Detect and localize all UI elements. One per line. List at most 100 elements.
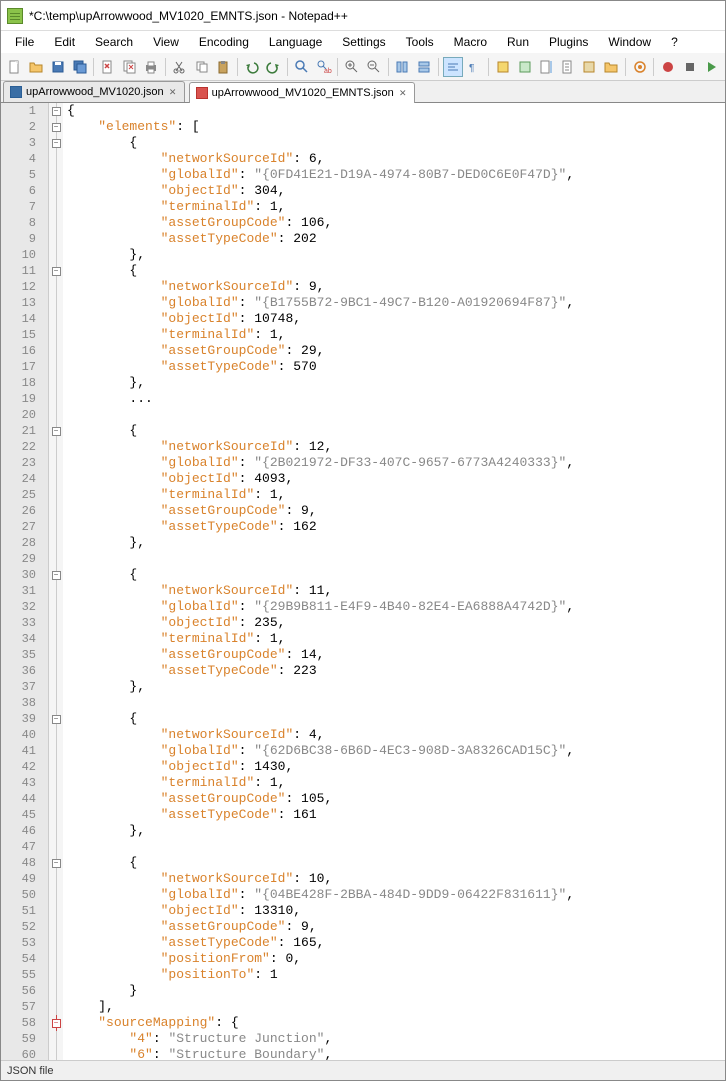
code-line[interactable]: }, [63, 679, 725, 695]
code-line[interactable]: "assetTypeCode": 165, [63, 935, 725, 951]
code-line[interactable]: "terminalId": 1, [63, 631, 725, 647]
code-line[interactable]: "networkSourceId": 12, [63, 439, 725, 455]
sync-v-button[interactable] [393, 57, 413, 77]
doc-list-button[interactable] [558, 57, 578, 77]
code-line[interactable]: "assetGroupCode": 9, [63, 503, 725, 519]
code-line[interactable]: "4": "Structure Junction", [63, 1031, 725, 1047]
code-line[interactable]: "networkSourceId": 10, [63, 871, 725, 887]
copy-button[interactable] [192, 57, 212, 77]
code-line[interactable]: "elements": [ [63, 119, 725, 135]
stop-macro-button[interactable] [680, 57, 700, 77]
code-line[interactable]: "assetTypeCode": 162 [63, 519, 725, 535]
fold-marker[interactable]: − [49, 567, 63, 583]
menu-search[interactable]: Search [85, 33, 143, 51]
record-macro-button[interactable] [658, 57, 678, 77]
code-line[interactable] [63, 839, 725, 855]
code-line[interactable]: "globalId": "{62D6BC38-6B6D-4EC3-908D-3A… [63, 743, 725, 759]
close-button[interactable] [98, 57, 118, 77]
code-line[interactable]: "globalId": "{29B9B811-E4F9-4B40-82E4-EA… [63, 599, 725, 615]
code-line[interactable]: }, [63, 823, 725, 839]
editor[interactable]: 1234567891011121314151617181920212223242… [1, 103, 725, 1060]
code-line[interactable]: "objectId": 10748, [63, 311, 725, 327]
code-area[interactable]: { "elements": [ { "networkSourceId": 6, … [63, 103, 725, 1060]
paste-button[interactable] [213, 57, 233, 77]
menu-window[interactable]: Window [598, 33, 661, 51]
doc-map-button[interactable] [536, 57, 556, 77]
fold-marker[interactable]: − [49, 1015, 63, 1031]
code-line[interactable]: "objectId": 235, [63, 615, 725, 631]
code-line[interactable]: "terminalId": 1, [63, 327, 725, 343]
save-all-button[interactable] [70, 57, 90, 77]
menu-settings[interactable]: Settings [332, 33, 395, 51]
code-line[interactable]: "objectId": 13310, [63, 903, 725, 919]
code-line[interactable]: { [63, 423, 725, 439]
fold-column[interactable]: −−−−−−−−− [49, 103, 63, 1060]
redo-button[interactable] [264, 57, 284, 77]
menu-edit[interactable]: Edit [44, 33, 85, 51]
cut-button[interactable] [170, 57, 190, 77]
replace-button[interactable]: ab [314, 57, 334, 77]
code-line[interactable]: "networkSourceId": 11, [63, 583, 725, 599]
play-macro-button[interactable] [702, 57, 722, 77]
save-button[interactable] [48, 57, 68, 77]
user-lang-button[interactable] [515, 57, 535, 77]
menu-run[interactable]: Run [497, 33, 539, 51]
code-line[interactable]: "terminalId": 1, [63, 487, 725, 503]
code-line[interactable]: }, [63, 375, 725, 391]
indent-guide-button[interactable] [493, 57, 513, 77]
code-line[interactable]: "globalId": "{0FD41E21-D19A-4974-80B7-DE… [63, 167, 725, 183]
code-line[interactable]: "terminalId": 1, [63, 199, 725, 215]
menu-plugins[interactable]: Plugins [539, 33, 598, 51]
code-line[interactable] [63, 695, 725, 711]
code-line[interactable]: "assetTypeCode": 202 [63, 231, 725, 247]
code-line[interactable]: }, [63, 535, 725, 551]
code-line[interactable]: "globalId": "{B1755B72-9BC1-49C7-B120-A0… [63, 295, 725, 311]
code-line[interactable]: "assetTypeCode": 161 [63, 807, 725, 823]
menu-language[interactable]: Language [259, 33, 332, 51]
code-line[interactable]: "sourceMapping": { [63, 1015, 725, 1031]
zoom-in-button[interactable] [342, 57, 362, 77]
open-file-button[interactable] [27, 57, 47, 77]
code-line[interactable]: "objectId": 4093, [63, 471, 725, 487]
menu-tools[interactable]: Tools [396, 33, 444, 51]
menu-?[interactable]: ? [661, 33, 688, 51]
code-line[interactable]: "assetGroupCode": 106, [63, 215, 725, 231]
code-line[interactable]: "objectId": 1430, [63, 759, 725, 775]
code-line[interactable]: "positionTo": 1 [63, 967, 725, 983]
tab-close-button[interactable]: ✕ [398, 88, 408, 98]
menu-encoding[interactable]: Encoding [189, 33, 259, 51]
code-line[interactable]: { [63, 135, 725, 151]
code-line[interactable]: "globalId": "{2B021972-DF33-407C-9657-67… [63, 455, 725, 471]
tab-close-button[interactable]: ✕ [168, 87, 178, 97]
code-line[interactable]: { [63, 263, 725, 279]
code-line[interactable] [63, 551, 725, 567]
code-line[interactable]: "assetGroupCode": 105, [63, 791, 725, 807]
code-line[interactable]: "assetGroupCode": 14, [63, 647, 725, 663]
code-line[interactable]: "terminalId": 1, [63, 775, 725, 791]
folder-button[interactable] [601, 57, 621, 77]
monitor-button[interactable] [630, 57, 650, 77]
code-line[interactable]: "assetGroupCode": 9, [63, 919, 725, 935]
code-line[interactable]: }, [63, 247, 725, 263]
zoom-out-button[interactable] [364, 57, 384, 77]
find-button[interactable] [292, 57, 312, 77]
menu-view[interactable]: View [143, 33, 189, 51]
menu-macro[interactable]: Macro [444, 33, 497, 51]
new-file-button[interactable] [5, 57, 25, 77]
code-line[interactable]: { [63, 711, 725, 727]
fold-marker[interactable]: − [49, 855, 63, 871]
undo-button[interactable] [242, 57, 262, 77]
code-line[interactable]: "assetTypeCode": 223 [63, 663, 725, 679]
fold-marker[interactable]: − [49, 711, 63, 727]
fold-marker[interactable]: − [49, 103, 63, 119]
menu-file[interactable]: File [5, 33, 44, 51]
code-line[interactable]: ], [63, 999, 725, 1015]
function-list-button[interactable] [580, 57, 600, 77]
tab-0[interactable]: upArrowwood_MV1020.json✕ [3, 81, 185, 102]
code-line[interactable]: "6": "Structure Boundary", [63, 1047, 725, 1060]
fold-marker[interactable]: − [49, 263, 63, 279]
fold-marker[interactable]: − [49, 135, 63, 151]
close-all-button[interactable] [120, 57, 140, 77]
code-line[interactable]: "networkSourceId": 9, [63, 279, 725, 295]
code-line[interactable]: { [63, 855, 725, 871]
